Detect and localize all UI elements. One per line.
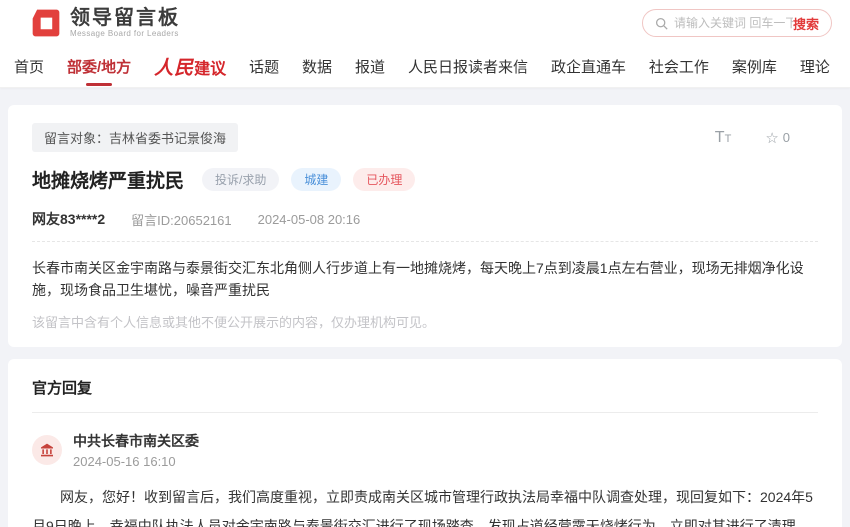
tag-complaint: 投诉/求助 xyxy=(202,168,279,191)
search-input[interactable] xyxy=(674,16,793,30)
message-date: 2024-05-08 20:16 xyxy=(258,212,361,227)
message-card: 留言对象：吉林省委书记景俊海 TT ☆ 0 地摊烧烤严重扰民 投诉/求助 城建 … xyxy=(8,105,842,347)
reply-divider xyxy=(32,412,818,413)
site-subtitle: Message Board for Leaders xyxy=(70,29,180,38)
reply-org-name: 中共长春市南关区委 xyxy=(73,431,199,451)
message-privacy-note: 该留言中含有个人信息或其他不便公开展示的内容，仅办理机构可见。 xyxy=(32,312,818,331)
nav-item-gov-business-line[interactable]: 政企直通车 xyxy=(551,47,626,86)
main-nav: 首页 部委/地方 人民建议 话题 数据 报道 人民日报读者来信 政企直通车 社会… xyxy=(0,46,850,88)
search-icon xyxy=(655,17,668,30)
search-box: 搜索 xyxy=(642,9,832,37)
people-suggestions-bold-text: 建议 xyxy=(194,61,226,78)
nav-item-reader-letters[interactable]: 人民日报读者来信 xyxy=(408,47,528,86)
avatar xyxy=(32,435,62,465)
message-id: 留言ID:20652161 xyxy=(131,210,231,229)
font-size-large-glyph: T xyxy=(715,129,725,146)
nav-item-social-work[interactable]: 社会工作 xyxy=(649,47,709,86)
government-building-icon xyxy=(39,442,55,458)
tag-status-handled: 已办理 xyxy=(353,168,415,191)
nav-item-home[interactable]: 首页 xyxy=(14,47,44,86)
reply-body: 网友，您好！收到留言后，我们高度重视，立即责成南关区城市管理行政执法局幸福中队调… xyxy=(32,483,818,527)
message-title: 地摊烧烤严重扰民 xyxy=(32,166,184,193)
tag-urban-construction: 城建 xyxy=(291,168,341,191)
nav-item-ministries-regions[interactable]: 部委/地方 xyxy=(67,47,131,86)
nav-item-topics[interactable]: 话题 xyxy=(249,47,279,86)
nav-item-case-library[interactable]: 案例库 xyxy=(732,47,777,86)
font-size-toggle-icon[interactable]: TT xyxy=(715,129,732,147)
nav-item-people-suggestions[interactable]: 人民建议 xyxy=(154,44,226,89)
star-favorite-button[interactable]: ☆ 0 xyxy=(765,129,790,147)
star-count: 0 xyxy=(783,130,790,145)
nav-item-theory[interactable]: 理论 xyxy=(800,47,830,86)
top-header: 领导留言板 Message Board for Leaders 搜索 xyxy=(0,0,850,46)
official-reply-heading: 官方回复 xyxy=(32,377,818,398)
site-logo-icon xyxy=(30,7,62,39)
site-title: 领导留言板 xyxy=(70,8,180,29)
nav-item-data[interactable]: 数据 xyxy=(302,47,332,86)
message-author: 网友83****2 xyxy=(32,209,105,229)
message-body: 长春市南关区金宇南路与泰景街交汇东北角侧人行步道上有一地摊烧烤，每天晚上7点到凌… xyxy=(32,257,818,301)
message-target-badge: 留言对象：吉林省委书记景俊海 xyxy=(32,123,238,152)
official-reply-card: 官方回复 中共长春市南关区委 2024-05-16 16:10 网友，您好！收到… xyxy=(8,359,842,527)
nav-item-reports[interactable]: 报道 xyxy=(355,47,385,86)
search-button[interactable]: 搜索 xyxy=(793,14,819,33)
star-icon: ☆ xyxy=(765,129,778,147)
reply-date: 2024-05-16 16:10 xyxy=(73,454,199,469)
font-size-small-glyph: T xyxy=(725,133,732,145)
people-suggestions-script-text: 人民 xyxy=(154,58,194,79)
site-logo[interactable]: 领导留言板 Message Board for Leaders xyxy=(30,7,180,39)
